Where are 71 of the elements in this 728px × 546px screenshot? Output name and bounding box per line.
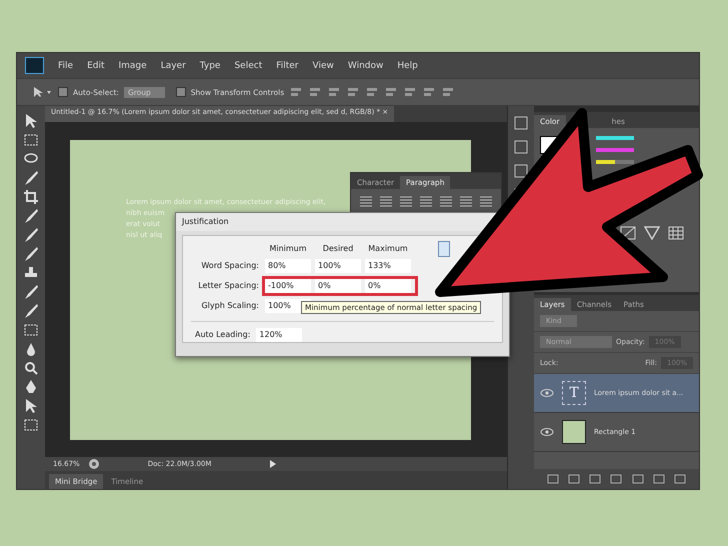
layer-action-icon[interactable]: [609, 473, 624, 485]
text-layer-thumbnail: T: [562, 381, 586, 405]
eye-icon[interactable]: [540, 388, 554, 398]
menu-item[interactable]: Window: [348, 60, 384, 70]
align-icon[interactable]: [308, 85, 322, 99]
input-field[interactable]: 80%: [265, 259, 311, 273]
grid-icon[interactable]: [668, 226, 684, 240]
crop-tool-icon[interactable]: [22, 188, 40, 206]
column-header: Maximum: [367, 244, 409, 253]
app-logo-icon: [25, 57, 44, 74]
align-icon[interactable]: [399, 195, 413, 207]
triangle-icon[interactable]: [644, 226, 660, 240]
globe-icon[interactable]: [88, 458, 100, 470]
align-icon[interactable]: [479, 195, 493, 207]
checkbox[interactable]: [176, 87, 186, 97]
menu-item[interactable]: Help: [397, 60, 418, 70]
input-field[interactable]: 133%: [365, 259, 411, 273]
shape-layer-thumbnail: [562, 420, 586, 444]
menu-item[interactable]: Edit: [87, 60, 104, 70]
brush-tool-icon[interactable]: [22, 283, 40, 301]
align-icon[interactable]: [459, 195, 473, 207]
align-icon[interactable]: [441, 85, 456, 99]
menu-item[interactable]: View: [312, 60, 334, 70]
panel-icon[interactable]: [512, 162, 530, 180]
input-field[interactable]: 0%: [315, 279, 361, 293]
eye-icon[interactable]: [540, 427, 554, 437]
menu-item[interactable]: File: [58, 60, 74, 70]
align-icon[interactable]: [346, 85, 360, 99]
panel-icon[interactable]: [512, 114, 530, 132]
column-header: Minimum: [268, 244, 308, 253]
dialog-button[interactable]: [438, 241, 450, 257]
move-tool-icon[interactable]: [31, 85, 53, 99]
play-icon[interactable]: [269, 459, 278, 469]
align-icon[interactable]: [422, 85, 436, 99]
color-slider[interactable]: [596, 148, 634, 152]
row-label: Glyph Scaling:: [201, 300, 259, 312]
layer-action-icon[interactable]: [652, 473, 666, 485]
color-slider[interactable]: [596, 160, 634, 164]
align-icon[interactable]: [403, 85, 418, 99]
input-field[interactable]: -100%: [265, 279, 311, 293]
align-icon[interactable]: [379, 195, 393, 207]
row-label: Letter Spacing:: [198, 280, 259, 292]
row-label: Auto Leading:: [195, 329, 250, 341]
row-label: Word Spacing:: [201, 260, 259, 272]
menu-item[interactable]: Filter: [276, 60, 299, 70]
align-icon[interactable]: [289, 85, 304, 99]
color-slider[interactable]: [596, 136, 634, 140]
checkbox[interactable]: [58, 87, 68, 97]
menu-item[interactable]: Image: [118, 60, 147, 70]
panel-icon[interactable]: [512, 138, 530, 156]
menu-item[interactable]: Layer: [160, 60, 186, 70]
align-icon[interactable]: [384, 85, 398, 99]
layer-action-icon[interactable]: [566, 473, 581, 485]
align-icon[interactable]: [365, 85, 380, 99]
align-icon[interactable]: [439, 195, 453, 207]
brush-tool-icon[interactable]: [22, 169, 40, 187]
menu-item[interactable]: Select: [234, 60, 262, 70]
menu-item[interactable]: Type: [200, 60, 220, 70]
layer-action-icon[interactable]: [630, 473, 645, 485]
column-header: Desired: [322, 244, 354, 253]
input-field[interactable]: 0%: [365, 279, 411, 293]
layer-action-icon[interactable]: [673, 473, 688, 485]
input-field[interactable]: 120%: [256, 328, 302, 342]
align-icon[interactable]: [359, 195, 373, 207]
align-icon[interactable]: [327, 85, 342, 99]
layer-action-icon[interactable]: [588, 473, 602, 485]
align-icon[interactable]: [419, 195, 433, 207]
brush-tool-icon[interactable]: [22, 245, 40, 263]
layer-action-icon[interactable]: [546, 473, 560, 485]
magnifier-tool-icon[interactable]: [22, 359, 40, 377]
input-field[interactable]: 100%: [315, 259, 361, 273]
